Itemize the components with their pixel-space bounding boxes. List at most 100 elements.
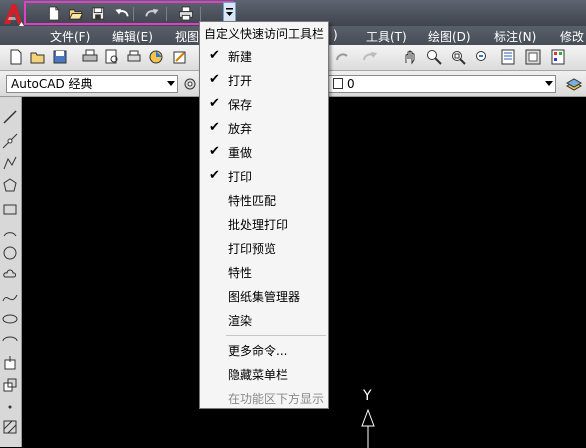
menu-item-label: 批处理打印 [228,218,289,232]
menu-draw[interactable]: 绘图(D) [428,28,471,45]
menu-item-label: 重做 [228,146,253,160]
menu-item-label: 打印预览 [228,242,277,256]
toolbar-separator [166,7,167,21]
menu-item-print[interactable]: ✔ 打印 [200,164,328,188]
menu-item-label: 图纸集管理器 [228,290,301,304]
menu-tools[interactable]: 工具(T) [366,28,407,45]
undo-icon[interactable] [114,6,130,21]
layer-manager-icon[interactable] [566,76,582,92]
point-icon[interactable] [2,399,18,415]
toolbar-separator [200,7,201,21]
menu-item-new[interactable]: ✔ 新建 [200,44,328,68]
menu-item-label: 隐藏菜单栏 [228,368,289,382]
layer-combo-value: 0 [347,77,355,91]
save-icon[interactable] [52,49,68,65]
rectangle-icon[interactable] [2,201,18,217]
insert-block-icon[interactable] [2,355,18,371]
menu-item-show-below-ribbon: 在功能区下方显示 [200,386,328,410]
circle-icon[interactable] [2,245,18,261]
save-icon[interactable] [90,6,106,21]
menu-dimension[interactable]: 标注(N) [494,28,536,45]
tool-palettes-icon[interactable] [550,49,566,65]
autocad-logo-icon[interactable] [2,2,24,26]
menu-view[interactable]: 视图 [175,28,199,45]
menu-item-label: 打开 [228,74,253,88]
layer-combo[interactable]: 0 [328,75,556,93]
menu-item-label: 特性匹配 [228,194,277,208]
menu-item-label: 放弃 [228,122,253,136]
menu-item-label: 保存 [228,98,253,112]
menu-item-open[interactable]: ✔ 打开 [200,68,328,92]
open-icon[interactable] [68,6,84,21]
plot-preview-icon[interactable] [104,49,120,65]
menu-item-label: 打印 [228,170,253,184]
workspace-settings-icon[interactable] [182,76,198,92]
menu-item-more-commands[interactable]: 更多命令... [200,338,328,362]
arc-icon[interactable] [2,223,18,239]
menu-item-label: 特性 [228,266,253,280]
redo-icon[interactable] [144,6,160,21]
workspace-combo-value: AutoCAD 经典 [11,77,93,91]
chevron-down-icon [167,81,175,86]
menu-item-label: 新建 [228,50,253,64]
revision-cloud-icon[interactable] [2,267,18,283]
polyline-icon[interactable] [2,155,18,171]
ucs-y-axis-icon [361,408,375,448]
menu-item-hide-menubar[interactable]: 隐藏菜单栏 [200,362,328,386]
ellipse-arc-icon[interactable] [2,333,18,349]
layer-color-swatch [333,78,343,89]
menu-file[interactable]: 文件(F) [50,28,90,45]
open-icon[interactable] [30,49,46,65]
menu-edit[interactable]: 编辑(E) [112,28,153,45]
publish-icon[interactable] [126,49,142,65]
checkmark-icon: ✔ [209,72,220,87]
menu-item-sheet-set-manager[interactable]: 图纸集管理器 [200,284,328,308]
design-center-icon[interactable] [525,49,541,65]
sheet-set-icon[interactable] [172,49,188,65]
properties-icon[interactable] [500,49,516,65]
menu-item-match-properties[interactable]: 特性匹配 [200,188,328,212]
menu-item-label: 渲染 [228,314,253,328]
menu-modify[interactable]: 修改 [560,28,584,45]
print-icon[interactable] [178,6,194,21]
menu-insert-fragment[interactable]: ) [333,28,338,42]
zoom-window-icon[interactable] [450,49,466,65]
chevron-down-icon [545,81,553,86]
checkmark-icon: ✔ [209,48,220,63]
pan-icon[interactable] [402,49,418,65]
checkmark-icon: ✔ [209,144,220,159]
menu-item-label: 更多命令... [228,344,288,358]
ucs-y-label: Y [363,388,372,404]
checkmark-icon: ✔ [209,96,220,111]
ellipse-icon[interactable] [2,311,18,327]
menu-separator [226,335,326,336]
checkmark-icon: ✔ [209,120,220,135]
customize-qat-menu: 自定义快速访问工具栏 ✔ 新建 ✔ 打开 ✔ 保存 ✔ 放弃 ✔ 重做 ✔ 打印 特性匹配 … [199,21,329,409]
draw-toolbar [0,97,22,447]
construction-line-icon[interactable] [2,133,18,149]
menu-title: 自定义快速访问工具栏 [204,27,325,41]
workspace-combo[interactable]: AutoCAD 经典 [6,75,178,93]
redo-gray-icon[interactable] [362,49,378,65]
zoom-realtime-icon[interactable] [426,49,442,65]
menu-item-redo[interactable]: ✔ 重做 [200,140,328,164]
new-icon[interactable] [46,6,62,21]
toolbar-separator [133,7,134,21]
menu-item-render[interactable]: 渲染 [200,308,328,332]
spline-icon[interactable] [2,289,18,305]
new-icon[interactable] [8,49,24,65]
menu-item-undo[interactable]: ✔ 放弃 [200,116,328,140]
menu-item-batch-plot[interactable]: 批处理打印 [200,212,328,236]
3d-dwf-icon[interactable] [148,49,164,65]
make-block-icon[interactable] [2,377,18,393]
menu-item-save[interactable]: ✔ 保存 [200,92,328,116]
menu-item-label: 在功能区下方显示 [228,392,325,406]
hatch-icon[interactable] [2,419,18,435]
polygon-icon[interactable] [2,177,18,193]
menu-item-properties[interactable]: 特性 [200,260,328,284]
print-icon[interactable] [82,49,98,65]
zoom-previous-icon[interactable] [474,49,490,65]
redo-arrow-icon[interactable] [335,49,351,65]
line-icon[interactable] [2,109,18,125]
menu-item-plot-preview[interactable]: 打印预览 [200,236,328,260]
